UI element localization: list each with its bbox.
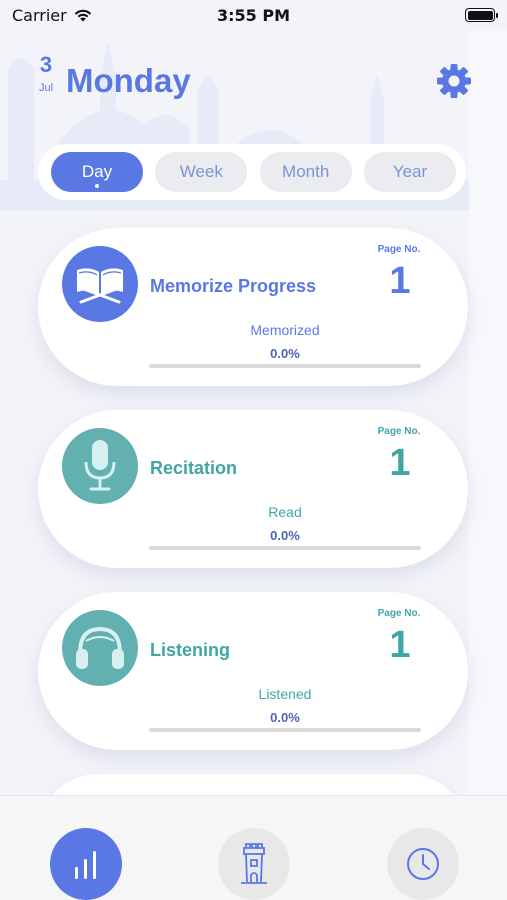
tab-month-label: Month [282,162,330,181]
active-indicator-dot [95,184,99,188]
tab-day[interactable]: Day [51,152,143,192]
quran-book-icon [62,246,138,322]
tab-year-label: Year [392,162,428,181]
progress-bar [149,546,421,550]
tab-day-label: Day [81,162,113,181]
wifi-icon [74,9,91,21]
tab-month[interactable]: Month [259,152,352,192]
headphones-icon [62,610,138,686]
microphone-icon [62,428,138,504]
page-number-label: Page No. [377,244,421,255]
card-title: Memorize Progress [150,276,317,296]
memorize-progress-card[interactable]: Memorize Progress Page No. 1 Memorized 0… [38,228,468,386]
tab-history[interactable] [387,828,459,900]
recitation-card[interactable]: Recitation Page No. 1 Read 0.0% [38,410,468,568]
status-left: Carrier [12,6,93,25]
minaret-icon [241,843,267,884]
date-block: 3 Jul [36,52,56,94]
stat-label: Listened [258,686,312,702]
date-month: Jul [38,82,54,94]
listening-card[interactable]: Listening Page No. 1 Listened 0.0% [38,592,468,750]
date-day: 3 [39,52,53,77]
bottom-tab-bar [0,795,507,900]
card-title: Listening [150,640,230,660]
stat-value: 0.0% [270,528,300,543]
progress-bar [149,728,421,732]
stat-label: Memorized [250,322,320,338]
page-number-label: Page No. [377,608,421,619]
gear-icon[interactable] [436,63,472,99]
tab-year[interactable]: Year [363,152,456,192]
page-number-label: Page No. [377,426,421,437]
right-edge-panel [469,30,507,795]
period-selector: Day Week Month Year [38,144,466,200]
tab-week[interactable]: Week [155,152,248,192]
page-title: Monday [66,62,191,99]
progress-bar [149,364,421,368]
stats-bars-icon [75,851,96,879]
stat-label: Read [268,504,302,520]
status-bar: Carrier 3:55 PM [0,0,507,30]
stat-value: 0.0% [270,346,300,361]
page-number-value: 1 [389,442,411,484]
stat-value: 0.0% [270,710,300,725]
battery-icon [465,8,498,22]
page-number-value: 1 [389,260,411,302]
tab-statistics[interactable] [50,828,122,900]
card-title: Recitation [150,458,238,478]
page-number-value: 1 [389,624,411,666]
carrier-label: Carrier [12,5,67,25]
tab-mosque[interactable] [218,828,290,900]
clock-icon [407,848,439,880]
tab-week-label: Week [179,162,223,181]
